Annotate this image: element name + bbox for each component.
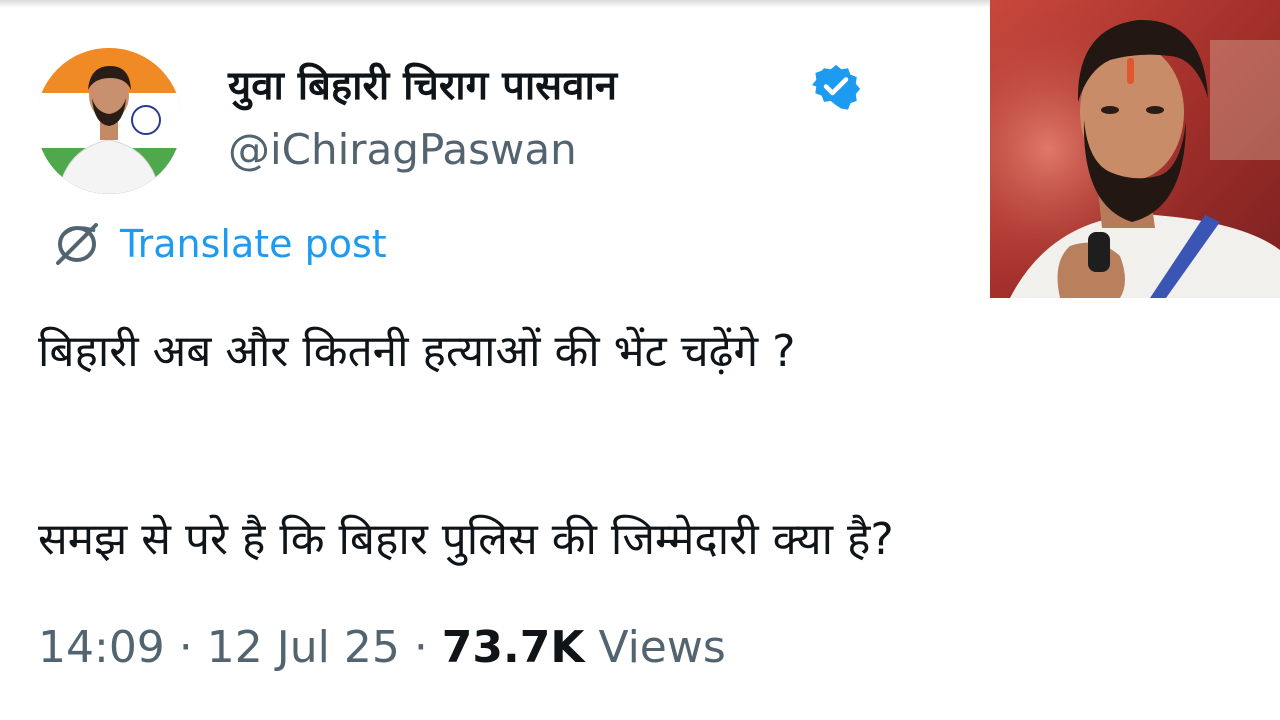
- translate-post-button[interactable]: Translate post: [50, 214, 387, 274]
- tweet-text-line-2: समझ से परे है कि बिहार पुलिस की जिम्मेदा…: [38, 514, 894, 565]
- globe-icon: [56, 223, 98, 265]
- views-count[interactable]: 73.7K: [442, 622, 585, 673]
- verified-badge-icon[interactable]: [812, 62, 860, 110]
- views-label: Views: [584, 622, 726, 673]
- tweet-time[interactable]: 14:09: [38, 622, 165, 673]
- tweet-meta: 14:09 · 12 Jul 25 · 73.7K Views: [38, 618, 726, 678]
- person-photo: [990, 0, 1280, 298]
- display-name[interactable]: युवा बिहारी चिराग पासवान: [228, 58, 617, 114]
- top-divider: [0, 0, 990, 8]
- tweet-date[interactable]: 12 Jul 25: [207, 622, 400, 673]
- profile-avatar[interactable]: [36, 48, 182, 194]
- profile-photo: [36, 48, 182, 194]
- translate-post-label: Translate post: [120, 222, 387, 266]
- meta-separator: ·: [399, 622, 442, 673]
- user-handle[interactable]: @iChiragPaswan: [228, 122, 577, 178]
- tweet-text-line-1: बिहारी अब और कितनी हत्याओं की भेंट चढ़ें…: [38, 326, 796, 377]
- inset-photo: [990, 0, 1280, 298]
- meta-separator: ·: [164, 622, 207, 673]
